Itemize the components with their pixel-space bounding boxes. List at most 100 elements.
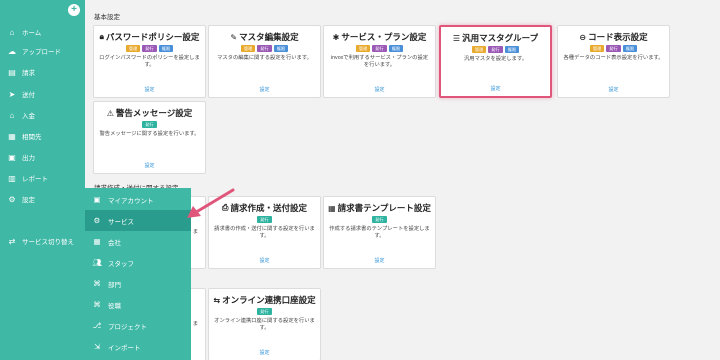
card-password-policy: 🔒︎ パスワードポリシー設定 管理 発行 権限 ログインパスワードのポリシーを設定… (93, 25, 206, 98)
flyout-item-label: スタッフ (108, 260, 134, 268)
badge-permission: 権限 (158, 45, 174, 52)
switch-icon: ⇄ (8, 236, 16, 246)
flyout-item-service[interactable]: ⚙ サービス (85, 210, 191, 231)
sidebar-item-label: 出力 (22, 155, 35, 162)
sidebar-item-report[interactable]: ▥ レポート (0, 168, 85, 188)
badge-admin: 管理 (355, 45, 371, 52)
badge-permission: 権限 (273, 45, 289, 52)
sidebar-item-invoice[interactable]: ▤ 請求 (0, 62, 85, 82)
badge-group: 管理 発行 権限 (209, 45, 320, 52)
list-icon: ☰ (452, 33, 461, 43)
edit-icon: ✎ (230, 32, 238, 42)
settings-link[interactable]: 設定 (94, 86, 205, 93)
building-icon: ▦ (8, 131, 16, 141)
card-generic-master-group: ☰ 汎用マスタグループ 管理 発行 権限 汎用マスタを設定します。 設定 (439, 25, 552, 98)
staff-icon: 👥︎ (92, 258, 102, 267)
card-title: サービス・プラン設定 (341, 32, 427, 42)
badge-group: 管理 発行 権限 (558, 45, 669, 52)
badge-group: 管理 発行 権限 (94, 45, 205, 52)
sidebar-item-label: サービス切り替え (22, 239, 74, 246)
card-title: 請求書テンプレート設定 (337, 203, 431, 213)
card-description: 請求書の作成・送付に関する設定を行います。 (214, 226, 315, 239)
card-description: invoxで利用するサービス・プランの設定を行います。 (330, 55, 429, 68)
flyout-item-company[interactable]: ▦ 会社 (85, 231, 191, 252)
card-title: コード表示設定 (588, 32, 648, 42)
settings-link[interactable]: 設定 (324, 257, 435, 264)
settings-link[interactable]: 設定 (209, 86, 320, 93)
settings-link[interactable]: 設定 (209, 257, 320, 264)
flyout-item-department[interactable]: ⌘ 部門 (85, 273, 191, 294)
flyout-item-import[interactable]: ⇲ インポート (85, 336, 191, 357)
lock-icon: 🔒︎ (99, 32, 104, 41)
flyout-item-staff[interactable]: 👥︎ スタッフ (85, 252, 191, 273)
import-icon: ⇲ (93, 342, 101, 351)
flyout-item-my-account[interactable]: ▣ マイアカウント (85, 189, 191, 210)
flyout-item-label: マイアカウント (108, 197, 154, 205)
position-icon: ⌘ (93, 300, 101, 309)
sidebar-item-label: レポート (22, 176, 48, 183)
badge-issue: 発行 (142, 45, 157, 52)
department-icon: ⌘ (93, 279, 101, 288)
flyout-item-project[interactable]: ⎇ プロジェクト (85, 315, 191, 336)
sidebar-item-label: 請求 (22, 70, 35, 77)
card-master-edit: ✎ マスタ編集設定 管理 発行 権限 マスタの編集に関する設定を行います。 設定 (208, 25, 321, 98)
badge-permission: 権限 (622, 45, 638, 52)
card-description: マスタの編集に関する設定を行います。 (217, 55, 312, 61)
settings-link[interactable]: 設定 (324, 86, 435, 93)
sidebar-item-partner[interactable]: ▦ 相関先 (0, 126, 85, 146)
badge-issue: 発行 (142, 121, 157, 128)
badge-issue: 発行 (257, 216, 272, 223)
badge-admin: 管理 (240, 45, 256, 52)
card-description: 作成する請求書のテンプレートを設定します。 (329, 226, 430, 239)
annotation-arrow-icon (187, 188, 235, 218)
flyout-item-label: プロジェクト (108, 323, 147, 331)
sidebar-item-home[interactable]: ⌂ ホーム (0, 22, 85, 42)
flyout-item-label: 部門 (108, 281, 121, 289)
upload-icon: ☁ (8, 46, 16, 56)
sidebar-item-service-switch[interactable]: ⇄ サービス切り替え (0, 231, 85, 251)
sidebar-item-payment[interactable]: ⌂ 入金 (0, 105, 85, 125)
invoice-icon: ▤ (8, 67, 16, 77)
badge-group: 発行 (94, 121, 205, 128)
home-icon: ⌂ (9, 27, 15, 37)
settings-link[interactable]: 設定 (558, 86, 669, 93)
badge-issue: 発行 (257, 308, 272, 315)
card-description: 汎用マスタを設定します。 (463, 56, 528, 62)
section-title-basic: 基本設定 (94, 14, 120, 21)
flyout-item-position[interactable]: ⌘ 役職 (85, 294, 191, 315)
sidebar-item-label: 相関先 (22, 134, 42, 141)
badge-group: 発行 (324, 216, 435, 223)
sidebar-item-upload[interactable]: ☁ アップロード (0, 41, 85, 61)
user-icon: ▣ (93, 195, 101, 204)
sidebar-item-label: 送付 (22, 92, 35, 99)
link-icon: ⇆ (213, 295, 221, 305)
badge-issue: 発行 (372, 45, 387, 52)
card-description: ログインパスワードのポリシーを設定します。 (99, 55, 200, 68)
card-description: 各種データのコード表示設定を行います。 (563, 55, 664, 61)
sidebar-item-send[interactable]: ➤ 送付 (0, 84, 85, 104)
sidebar-item-label: 入金 (22, 113, 35, 120)
minus-circle-icon: ⊖ (579, 32, 587, 42)
settings-link[interactable]: 設定 (441, 85, 550, 92)
card-online-account: ⇆ オンライン連携口座設定 発行 オンライン連携口座に関する設定を行います。 設定 (208, 288, 321, 360)
flyout-item-label: サービス (108, 218, 134, 226)
settings-link[interactable]: 設定 (94, 162, 205, 169)
card-title: オンライン連携口座設定 (222, 295, 316, 305)
collapse-sidebar-button[interactable]: + (68, 4, 80, 16)
sidebar-item-output[interactable]: ▣ 出力 (0, 147, 85, 167)
flyout-item-label: インポート (108, 344, 141, 352)
badge-issue: 発行 (372, 216, 387, 223)
card-title: マスタ編集設定 (239, 32, 299, 42)
template-icon: ▦ (328, 203, 336, 213)
card-description: 警告メッセージに関する設定を行います。 (99, 131, 200, 137)
card-code-display: ⊖ コード表示設定 管理 発行 権限 各種データのコード表示設定を行います。 設定 (557, 25, 670, 98)
sidebar-item-settings[interactable]: ⚙ 設定 (0, 189, 85, 209)
badge-issue: 発行 (257, 45, 272, 52)
gear-icon: ⚙ (8, 194, 16, 204)
sidebar: + ⌂ ホーム ☁ アップロード ▤ 請求 ➤ 送付 ⌂ 入金 ▦ 相関先 ▣ … (0, 0, 85, 360)
sidebar-item-label: ホーム (22, 30, 42, 37)
settings-flyout-menu: ▣ マイアカウント ⚙ サービス ▦ 会社 👥︎ スタッフ ⌘ 部門 ⌘ 役職 … (85, 188, 191, 360)
badge-admin: 管理 (589, 45, 605, 52)
settings-link[interactable]: 設定 (209, 349, 320, 356)
card-warning-message: ⚠ 警告メッセージ設定 発行 警告メッセージに関する設定を行います。 設定 (93, 101, 206, 174)
